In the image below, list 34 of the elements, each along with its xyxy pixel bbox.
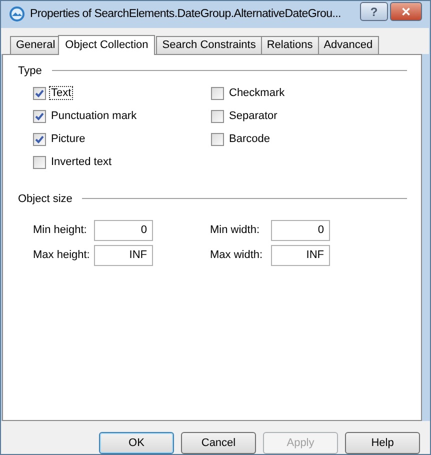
group-title: Type	[18, 64, 42, 77]
input-field[interactable]: INF	[94, 244, 153, 266]
checkbox-label: Separator	[228, 109, 278, 124]
checkbox[interactable]	[33, 110, 46, 123]
dialog-button[interactable]: Cancel	[181, 432, 256, 454]
field-label: Min height:	[33, 224, 88, 236]
checkbox[interactable]	[33, 132, 46, 146]
field-label: Max height:	[33, 249, 91, 262]
checkbox-label: Barcode	[228, 132, 271, 146]
window-title: Properties of SearchElements.DateGroup.AlternativeDateGrou...	[30, 8, 342, 20]
tab[interactable]: Search Constraints	[156, 36, 262, 54]
input-field[interactable]: 0	[94, 220, 153, 241]
checkbox[interactable]	[33, 156, 46, 169]
tab[interactable]: Advanced	[318, 36, 379, 54]
dialog-button[interactable]: Help	[345, 432, 420, 454]
dialog-button[interactable]: OK	[99, 432, 174, 454]
input-field[interactable]: INF	[271, 244, 330, 266]
field-label: Min width:	[210, 224, 261, 236]
checkbox-label: Inverted text	[50, 155, 113, 170]
checkbox[interactable]	[211, 132, 224, 146]
checkbox-label: Checkmark	[228, 86, 286, 100]
tab[interactable]: Relations	[260, 36, 319, 54]
checkbox-label: Picture	[50, 132, 86, 146]
tab[interactable]: Object Collection	[58, 34, 156, 55]
app-icon	[9, 6, 25, 22]
checkbox[interactable]	[211, 86, 224, 100]
checkbox[interactable]	[33, 86, 46, 100]
group-title: Object size	[18, 192, 72, 205]
input-field[interactable]: 0	[271, 220, 330, 241]
checkbox[interactable]	[211, 110, 224, 123]
field-label: Max width:	[210, 249, 264, 262]
checkbox-label: Punctuation mark	[50, 109, 138, 124]
help-button[interactable]: ?	[360, 2, 388, 21]
checkbox-label: Text	[49, 86, 74, 100]
